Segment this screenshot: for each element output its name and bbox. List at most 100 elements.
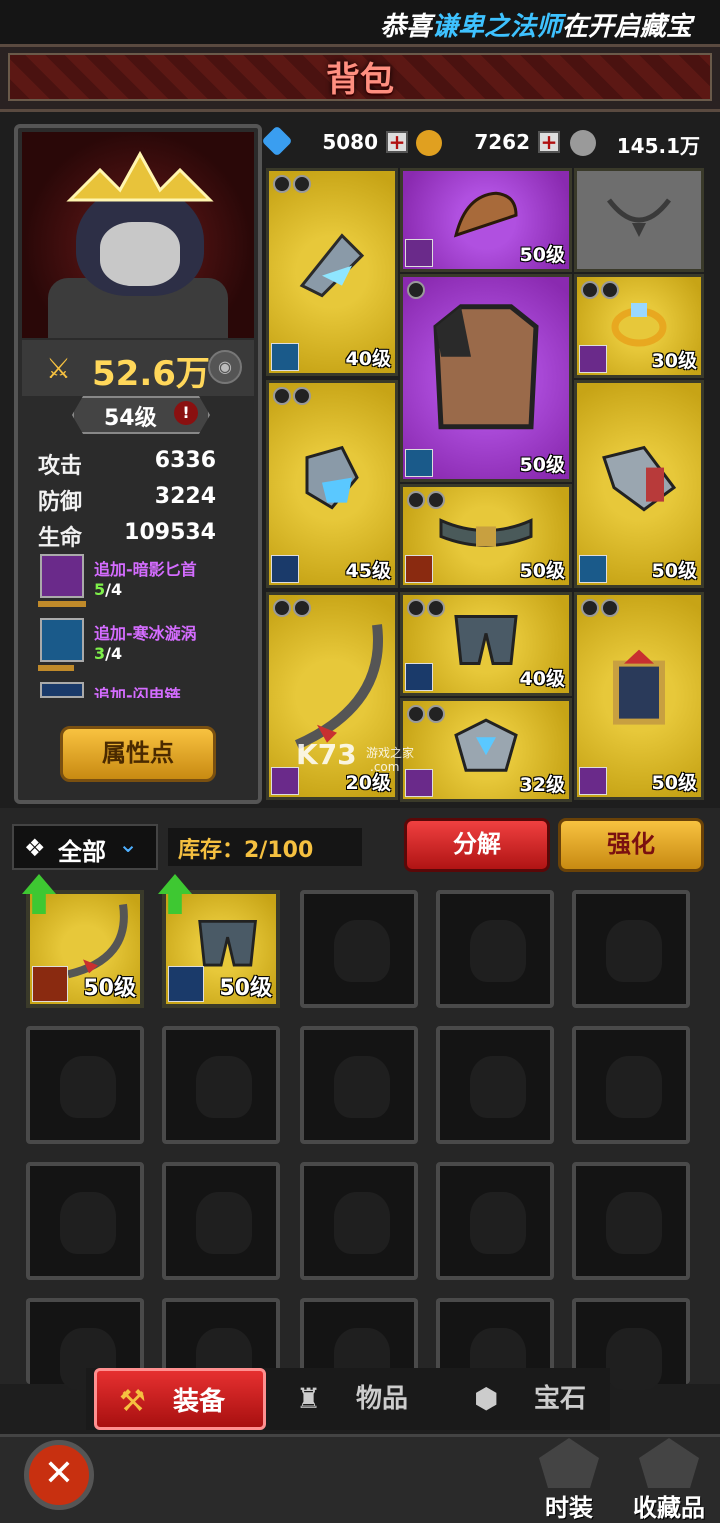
item-level: 50级 (651, 560, 697, 582)
shadow-dagger-icon[interactable] (40, 554, 84, 598)
page-title: 背包 (326, 60, 394, 100)
collection-button[interactable]: 收藏品 (624, 1438, 714, 1523)
announcement-text: 恭喜谦卑之法师在开启藏宝 (380, 12, 693, 42)
equip-slot-belt[interactable]: 50级 (400, 484, 572, 588)
gem-socket (407, 491, 425, 509)
decompose-button[interactable]: 分解 (404, 818, 550, 872)
enhance-button[interactable]: 强化 (558, 818, 704, 872)
collection-label: 收藏品 (633, 1494, 705, 1522)
hero-face (100, 222, 180, 286)
bag-placeholder-icon (470, 1056, 526, 1118)
gauntlet-icon (305, 445, 359, 510)
bag-placeholder-icon (60, 1192, 116, 1254)
fashion-label: 时装 (545, 1494, 593, 1522)
item-level: 50级 (83, 976, 136, 1001)
close-button[interactable]: ✕ (24, 1440, 94, 1510)
warning-icon[interactable]: ! (174, 401, 198, 425)
outfit-icon (539, 1438, 599, 1488)
empty-slot[interactable] (436, 1026, 554, 1144)
equip-slot-relic[interactable]: 50级 (574, 592, 704, 800)
empty-slot[interactable] (572, 890, 690, 1008)
stock-count: 库存：2/100 (178, 838, 314, 863)
stat-hp-value: 109534 (124, 520, 216, 545)
tab-equipment[interactable]: ⚒ 装备 (94, 1368, 266, 1430)
attribute-points-button[interactable]: 属性点 (60, 726, 216, 782)
tab-gems[interactable]: ⬢ 宝石 (466, 1368, 610, 1430)
item-level: 50级 (519, 560, 565, 582)
watermark-domain: .com (370, 760, 400, 774)
lightning-element-icon (405, 663, 433, 691)
chevron-down-icon: ⌄ (118, 830, 139, 858)
empty-slot[interactable] (572, 1026, 690, 1144)
equip-slot-gloves[interactable]: 45级 (266, 380, 398, 588)
item-level: 50级 (651, 772, 697, 794)
add-diamond-button[interactable]: + (386, 131, 408, 153)
empty-slot[interactable] (436, 890, 554, 1008)
empty-slot[interactable] (162, 1026, 280, 1144)
bag-placeholder-icon (60, 1056, 116, 1118)
hammer-icon: ⚒ (119, 1384, 146, 1419)
shadow-element-icon (579, 345, 607, 373)
item-level: 45级 (345, 560, 391, 582)
shadow-element-icon (405, 239, 433, 267)
empty-slot[interactable] (300, 890, 418, 1008)
gold-count: 7262 (474, 130, 530, 154)
empty-slot[interactable] (26, 1026, 144, 1144)
equip-slot-armor[interactable]: 50级 (400, 274, 572, 482)
bag-placeholder-icon (470, 1192, 526, 1254)
diamond-count: 5080 (322, 130, 378, 154)
filter-label: 全部 (58, 838, 106, 866)
add-gold-button[interactable]: + (538, 131, 560, 153)
lightning-chain-icon[interactable] (40, 682, 84, 698)
skill-progress: 3/4 (94, 644, 123, 663)
gem-socket (273, 175, 291, 193)
belt-icon (439, 518, 533, 547)
eye-icon[interactable]: ◉ (208, 350, 242, 384)
stat-hp-label: 生命 (38, 526, 83, 551)
gem-socket (581, 599, 599, 617)
gold-coin-icon (416, 130, 442, 156)
lock-icon (639, 1438, 699, 1488)
equip-slot-helmet[interactable]: 50级 (400, 168, 572, 272)
gem-socket (407, 599, 425, 617)
blade-icon (299, 233, 365, 298)
empty-slot[interactable] (300, 1026, 418, 1144)
gem-socket (293, 175, 311, 193)
empty-slot[interactable] (436, 1162, 554, 1280)
empty-slot[interactable] (572, 1162, 690, 1280)
equip-slot-bracer[interactable]: 50级 (574, 380, 704, 588)
gem-socket (427, 705, 445, 723)
shadow-element-icon (271, 767, 299, 795)
equip-slot-pants[interactable]: 40级 (400, 592, 572, 696)
ice-vortex-icon[interactable] (40, 618, 84, 662)
bag-placeholder-icon (606, 1328, 662, 1390)
shadow-element-icon (579, 767, 607, 795)
watermark-logo: K73 (296, 738, 357, 771)
equip-slot-shoulder[interactable]: 32级 (400, 698, 572, 802)
item-level: 40级 (519, 668, 565, 690)
tab-label: 物品 (356, 1384, 409, 1414)
gem-socket (601, 599, 619, 617)
tab-items[interactable]: ♜ 物品 (290, 1368, 450, 1430)
gem-socket (427, 491, 445, 509)
bone-scythe-icon (294, 624, 383, 750)
footer-bar (0, 1434, 720, 1523)
stat-attack-value: 6336 (154, 448, 216, 473)
empty-slot[interactable] (162, 1162, 280, 1280)
equip-slot-necklace-empty[interactable] (574, 168, 704, 272)
equip-slot-ring[interactable]: 30级 (574, 274, 704, 378)
empty-slot[interactable] (26, 1162, 144, 1280)
lightning-element-icon (168, 966, 204, 1002)
ice-element-icon (405, 449, 433, 477)
gem-icon: ⬢ (474, 1382, 499, 1415)
item-level: 50级 (219, 976, 272, 1001)
fashion-button[interactable]: 时装 (528, 1438, 610, 1523)
ice-element-icon (579, 555, 607, 583)
gem-socket (273, 387, 291, 405)
relic-icon (613, 649, 665, 725)
chest-armor-icon (433, 304, 539, 430)
skill-progress-bar (38, 665, 74, 671)
bag-placeholder-icon (606, 1192, 662, 1254)
equip-slot-weapon[interactable]: 40级 (266, 168, 398, 376)
empty-slot[interactable] (300, 1162, 418, 1280)
